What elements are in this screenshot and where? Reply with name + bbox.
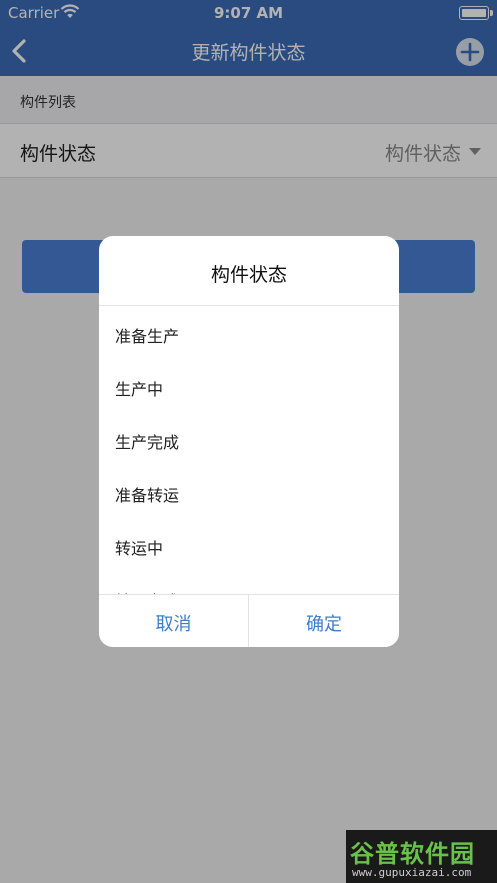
cancel-button[interactable]: 取消: [99, 595, 249, 647]
watermark-text: 谷普软件园: [350, 840, 475, 868]
watermark-logo: 谷普软件园 www.gupuxiazai.com: [346, 830, 497, 883]
status-picker-dialog: 构件状态 准备生产 生产中 生产完成 准备转运 转运中 转运完成 取消 确定: [99, 236, 399, 647]
options-list[interactable]: 准备生产 生产中 生产完成 准备转运 转运中 转运完成: [99, 307, 399, 594]
confirm-button[interactable]: 确定: [249, 595, 399, 647]
option-item[interactable]: 生产中: [99, 360, 399, 413]
dialog-footer: 取消 确定: [99, 594, 399, 647]
option-item[interactable]: 准备生产: [99, 307, 399, 360]
option-item[interactable]: 准备转运: [99, 466, 399, 519]
option-item[interactable]: 转运完成: [99, 572, 399, 594]
dialog-title: 构件状态: [99, 236, 399, 306]
option-item[interactable]: 生产完成: [99, 413, 399, 466]
option-item[interactable]: 转运中: [99, 519, 399, 572]
watermark-url: www.gupuxiazai.com: [352, 866, 472, 879]
